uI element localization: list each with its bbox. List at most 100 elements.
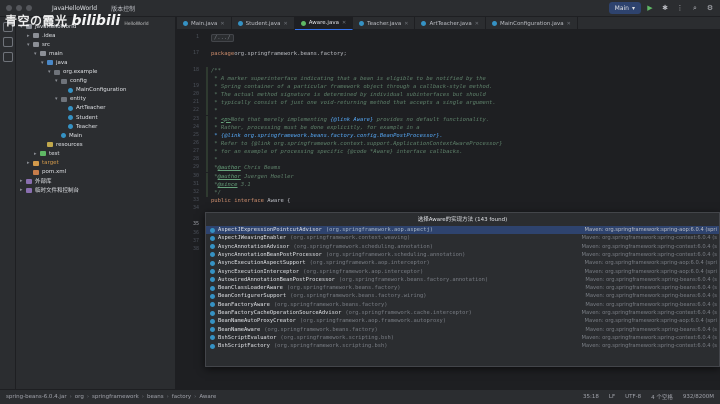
breadcrumb-item[interactable]: factory: [172, 394, 191, 400]
implementation-package: (org.springframework.beans.factory.annot…: [338, 276, 489, 283]
popup-list-item[interactable]: BshScriptEvaluator (org.springframework.s…: [206, 334, 719, 342]
code-line: packageorg.springframework.beans.factory…: [211, 50, 347, 58]
caret-position[interactable]: 35:18: [583, 394, 599, 400]
close-window-button[interactable]: [6, 5, 12, 11]
tree-item[interactable]: ▾ config: [55, 77, 87, 86]
indent-setting[interactable]: 4 个空格: [651, 393, 673, 401]
doc-comment-marker: [206, 156, 208, 165]
search-everywhere-button[interactable]: ⌕: [689, 2, 701, 14]
implementation-name: AsyncAnnotationAdvisor: [218, 243, 290, 250]
line-number: 35: [192, 221, 199, 228]
doc-comment-marker: [206, 148, 208, 157]
chevron-right-icon: ›: [69, 394, 72, 400]
project-switcher[interactable]: JavaHelloWorld: [52, 5, 97, 12]
code-line: * <p>Note that merely implementing {@lin…: [211, 116, 489, 124]
editor-tab[interactable]: MainConfiguration.java ✕: [486, 17, 578, 30]
editor-tab[interactable]: Aware.java ✕: [294, 17, 354, 30]
folded-imports: /.../: [211, 34, 234, 42]
editor-tab[interactable]: Main.java ✕: [177, 17, 232, 30]
close-icon[interactable]: ✕: [220, 21, 224, 27]
popup-list-item[interactable]: BeanNameAutoProxyCreator (org.springframe…: [206, 317, 719, 325]
debug-button[interactable]: ✱: [659, 2, 671, 14]
close-icon[interactable]: ✕: [284, 21, 288, 27]
popup-list-item[interactable]: AspectJExpressionPointcutAdvisor (org.spr…: [206, 226, 719, 235]
line-separator[interactable]: LF: [609, 394, 615, 400]
close-icon[interactable]: ✕: [567, 21, 571, 27]
project-panel: ▾ JavaHelloWorld ▸ .idea ▾ src ▾ main ▾ java ▾ org.…: [16, 17, 176, 389]
tree-item[interactable]: ▾ org.example: [48, 68, 97, 77]
breadcrumb-item[interactable]: spring-beans-6.0.4.jar: [6, 394, 67, 400]
close-icon[interactable]: ✕: [404, 21, 408, 27]
tree-item[interactable]: ▸ .idea: [27, 31, 56, 40]
popup-list-item[interactable]: AsyncExecutionInterceptor (org.springfram…: [206, 268, 719, 276]
breadcrumb-item[interactable]: Aware: [199, 394, 216, 400]
tree-item[interactable]: ArtTeacher: [62, 104, 106, 113]
tree-item[interactable]: MainConfiguration: [62, 86, 126, 95]
commit-tool-icon[interactable]: [2, 37, 13, 47]
popup-list-item[interactable]: AutowiredAnnotationBeanPostProcessor (org…: [206, 276, 719, 284]
tree-item-label: entity: [70, 96, 86, 103]
tree-item[interactable]: ▸ 外部库: [20, 177, 52, 186]
tree-item[interactable]: ▾ java: [41, 58, 68, 67]
popup-list-item[interactable]: BeanFactoryCacheOperationSourceAdvisor (o…: [206, 309, 719, 317]
tree-item[interactable]: Student: [62, 113, 98, 122]
settings-button[interactable]: ⚙: [704, 2, 716, 14]
popup-list-item[interactable]: AspectJWeavingEnabler (org.springframewor…: [206, 234, 719, 242]
class-icon: [210, 285, 215, 291]
tree-item[interactable]: Teacher: [62, 122, 97, 131]
editor-tab[interactable]: Student.java ✕: [232, 17, 295, 30]
popup-list-item[interactable]: BeanClassLoaderAware (org.springframework…: [206, 284, 719, 292]
editor-tab[interactable]: ArtTeacher.java ✕: [415, 17, 486, 30]
line-number: 36: [192, 229, 199, 236]
gear-icon: ⚙: [706, 4, 714, 12]
code-line: /**: [211, 67, 221, 75]
tree-item[interactable]: resources: [41, 140, 83, 149]
implementation-package: (org.springframework.beans.factory): [286, 285, 401, 292]
popup-list-item[interactable]: BeanFactoryAware (org.springframework.bea…: [206, 301, 719, 309]
line-number: 25: [192, 131, 199, 138]
tree-item[interactable]: ▾ src: [27, 40, 50, 49]
popup-list-item[interactable]: AsyncAnnotationBeanPostProcessor (org.spr…: [206, 251, 719, 259]
more-actions-button[interactable]: ⋮: [674, 2, 686, 14]
tree-item[interactable]: ▾ main: [34, 49, 63, 58]
memory-indicator[interactable]: 932/8200M: [683, 394, 714, 400]
implementation-name: BeanFactoryCacheOperationSourceAdvisor: [218, 310, 342, 317]
breadcrumb-item[interactable]: springframework: [92, 394, 139, 400]
file-encoding[interactable]: UTF-8: [625, 394, 641, 400]
implementation-name: BeanFactoryAware: [218, 301, 270, 308]
breadcrumb-item[interactable]: beans: [147, 394, 164, 400]
library-source: Maven: org.springframework:spring-aop:6.…: [584, 227, 717, 234]
tree-item-label: MainConfiguration: [76, 87, 127, 94]
popup-list-item[interactable]: BshScriptFactory (org.springframework.scr…: [206, 342, 719, 350]
code-line: * Spring container of a particular frame…: [211, 83, 492, 91]
breadcrumb-item[interactable]: org: [75, 394, 84, 400]
chevron-right-icon: ›: [166, 394, 169, 400]
popup-list-item[interactable]: BeanConfigurerSupport (org.springframewor…: [206, 292, 719, 300]
close-icon[interactable]: ✕: [475, 21, 479, 27]
maximize-window-button[interactable]: [26, 5, 32, 11]
popup-list-item[interactable]: AsyncAnnotationAdvisor (org.springframewo…: [206, 243, 719, 251]
tree-item[interactable]: ▸ target: [27, 159, 59, 168]
run-config-selector[interactable]: Main ▾: [608, 2, 641, 14]
doc-comment-marker: [206, 164, 208, 173]
lib-icon: [26, 178, 32, 184]
tree-item[interactable]: ▸ test: [34, 149, 60, 158]
implementation-name: BeanNameAutoProxyCreator: [218, 318, 296, 325]
tree-item[interactable]: Main: [55, 131, 82, 140]
tree-item[interactable]: ▾ entity: [55, 95, 86, 104]
run-button[interactable]: ▶: [644, 2, 656, 14]
minimize-window-button[interactable]: [16, 5, 22, 11]
tree-item-label: ArtTeacher: [76, 105, 106, 112]
line-gutter: 1 17 18 19 20 21 22 23 24 25 26 27 28 29 30 31 32 33 34 35 3…: [177, 31, 205, 389]
close-icon[interactable]: ✕: [342, 20, 346, 26]
popup-list-item[interactable]: AsyncExecutionAspectSupport (org.springfr…: [206, 259, 719, 267]
popup-list-item[interactable]: BeanNameAware (org.springframework.beans.…: [206, 326, 719, 334]
doc-comment-marker: [206, 66, 208, 75]
implementation-package: (org.springframework.context.weaving): [290, 235, 411, 242]
class-icon: [210, 318, 215, 324]
class-icon: [359, 21, 365, 26]
tree-item[interactable]: ▸ 临时文件和控制台: [20, 186, 79, 195]
tree-item[interactable]: pom.xml: [27, 168, 66, 177]
structure-tool-icon[interactable]: [2, 52, 13, 62]
editor-tab[interactable]: Teacher.java ✕: [353, 17, 416, 30]
